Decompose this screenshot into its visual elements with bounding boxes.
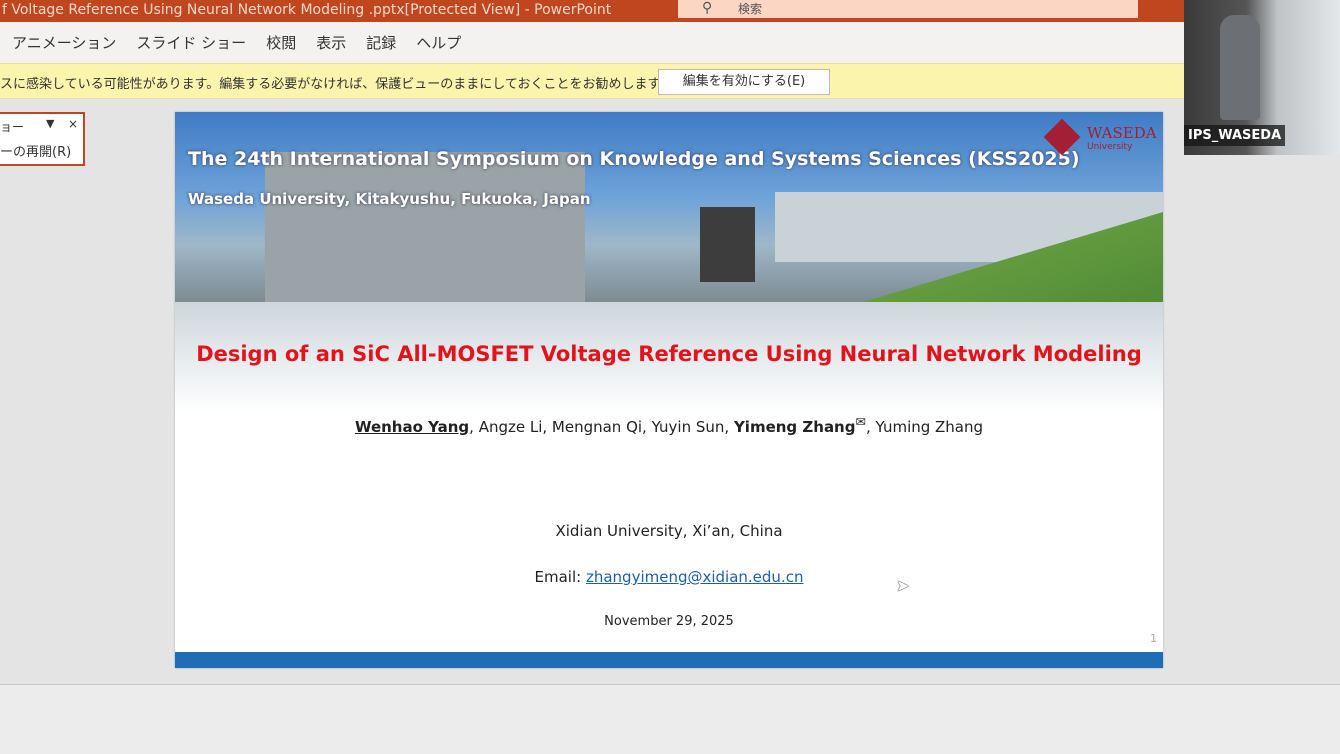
co-authors: , Angze Li, Mengnan Qi, Yuyin Sun, bbox=[469, 418, 734, 436]
tab-review[interactable]: 校閲 bbox=[266, 32, 296, 53]
presenter-figure bbox=[1220, 15, 1260, 120]
affiliation: Xidian University, Xi’an, China bbox=[555, 522, 783, 540]
ribbon-tabs: アニメーション スライド ショー 校閲 表示 記録 ヘルプ bbox=[0, 22, 1184, 63]
tab-view[interactable]: 表示 bbox=[316, 32, 346, 53]
pane-title: ョー bbox=[0, 120, 25, 134]
tab-record[interactable]: 記録 bbox=[366, 32, 396, 53]
first-author: Wenhao Yang bbox=[354, 418, 470, 436]
authors: Wenhao Yang, Angze Li, Mengnan Qi, Yuyin… bbox=[175, 414, 1163, 436]
search-placeholder: 検索 bbox=[738, 2, 763, 16]
mouse-cursor-icon: ➤ bbox=[896, 576, 910, 595]
statue bbox=[700, 207, 755, 282]
video-thumbnail[interactable]: IPS_WASEDA bbox=[1184, 0, 1340, 155]
close-icon[interactable]: × bbox=[68, 117, 78, 131]
corresponding-author: Yimeng Zhang bbox=[733, 418, 856, 436]
notes-area[interactable] bbox=[0, 685, 1340, 754]
email-label: Email: bbox=[534, 568, 586, 586]
slide: The 24th International Symposium on Know… bbox=[175, 112, 1163, 668]
conference-name: The 24th International Symposium on Know… bbox=[188, 148, 1080, 170]
slide-title: Design of an SiC All-MOSFET Voltage Refe… bbox=[196, 342, 1142, 366]
email-line: Email: zhangyimeng@xidian.edu.cn bbox=[175, 568, 1163, 586]
slideshow-pane: ョー ▼ × ーの再開(R) bbox=[0, 112, 85, 166]
conference-location: Waseda University, Kitakyushu, Fukuoka, … bbox=[188, 190, 591, 208]
search-icon: ⚲ bbox=[702, 0, 713, 16]
tab-slideshow[interactable]: スライド ショー bbox=[136, 32, 246, 53]
waseda-logo: WASEDA University bbox=[1043, 118, 1157, 156]
participant-name: IPS_WASEDA bbox=[1184, 125, 1286, 146]
protected-view-bar: スに感染している可能性があります。編集する必要がなければ、保護ビューのままにして… bbox=[0, 63, 1184, 99]
mail-icon: ✉ bbox=[855, 414, 866, 429]
tab-animation[interactable]: アニメーション bbox=[12, 32, 116, 53]
enable-editing-button[interactable]: 編集を有効にする(E) bbox=[658, 69, 830, 95]
email-link[interactable]: zhangyimeng@xidian.edu.cn bbox=[586, 568, 804, 586]
protected-view-message: スに感染している可能性があります。編集する必要がなければ、保護ビューのままにして… bbox=[0, 77, 673, 92]
page-number: 1 bbox=[1150, 632, 1157, 645]
logo-subtext: University bbox=[1087, 142, 1133, 152]
tab-help[interactable]: ヘルプ bbox=[416, 32, 461, 53]
search-box[interactable]: ⚲ 検索 bbox=[678, 0, 1138, 18]
resume-slideshow-link[interactable]: ーの再開(R) bbox=[0, 141, 71, 160]
dropdown-icon[interactable]: ▼ bbox=[46, 117, 54, 130]
footer-bar bbox=[175, 652, 1163, 668]
title-bar: f Voltage Reference Using Neural Network… bbox=[0, 0, 1184, 22]
building bbox=[265, 152, 585, 302]
date: November 29, 2025 bbox=[604, 614, 734, 629]
last-author: , Yuming Zhang bbox=[865, 418, 984, 436]
logo-text: WASEDA bbox=[1087, 124, 1157, 142]
logo-emblem-icon bbox=[1043, 118, 1081, 156]
window-title: f Voltage Reference Using Neural Network… bbox=[2, 2, 612, 18]
